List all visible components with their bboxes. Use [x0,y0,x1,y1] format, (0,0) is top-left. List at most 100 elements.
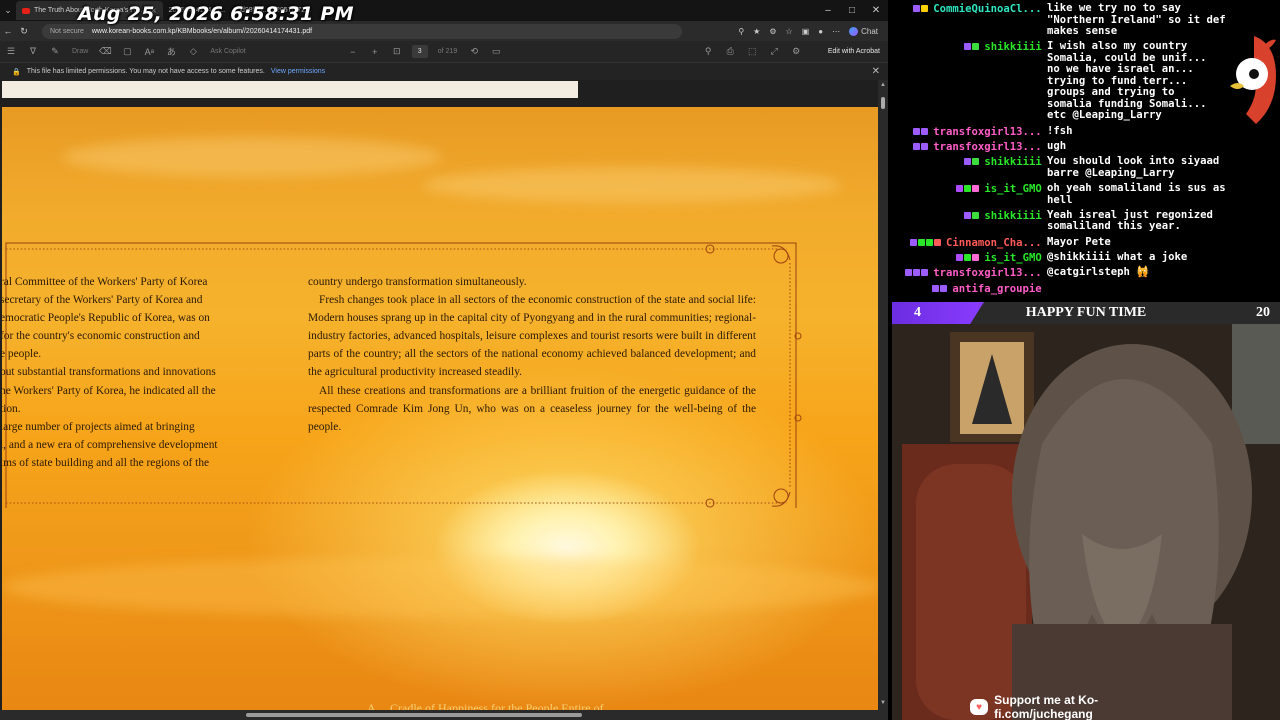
left-text-column: ral Committee of the Workers' Party of K… [2,273,248,472]
close-icon[interactable]: ✕ [872,66,880,77]
translate-icon[interactable]: あ [160,45,182,58]
scroll-up-icon[interactable]: ▲ [879,82,887,88]
badge-icon [964,158,972,166]
scrollbar-thumb[interactable] [881,97,885,109]
page-total: of 219 [437,48,458,55]
chat-message: shikkiiii Yeah isreal just regonized soma… [888,208,1280,235]
profile-icon[interactable]: ● [818,27,823,36]
zoom-icon[interactable]: ⚲ [738,27,744,36]
page-view-icon[interactable]: ▭ [485,46,507,57]
print-icon[interactable]: ⎙ [719,46,741,57]
chat-badges [964,158,980,166]
chat-username[interactable]: is_it_GMO [984,183,1041,195]
cloud-decoration [422,167,842,203]
text-line: for the country's economic construction … [2,330,200,343]
chat-username[interactable]: antifa_groupie [952,283,1041,295]
previous-page [2,81,578,98]
cloud-decoration [62,137,442,177]
chat-text: I wish also my country Somalia, could be… [1047,40,1207,122]
chat-text: oh yeah somaliland is sus as hell [1047,182,1226,206]
maximize-button[interactable]: □ [840,0,864,21]
badge-icon [972,185,980,192]
tab-list-icon[interactable]: ⌄ [0,5,16,16]
chat-message: transfoxgirl13... @catgirlsteph 🙀 [888,267,1280,281]
minimize-button[interactable]: – [816,0,840,21]
badge-icon [913,142,921,150]
search-icon[interactable]: ⚲ [697,46,719,57]
star-icon[interactable]: ★ [753,27,760,36]
chat-badges [913,5,929,12]
back-icon[interactable]: ← [0,26,16,36]
more-icon[interactable]: ⋯ [832,27,840,36]
chat-username[interactable]: transfoxgirl13... [933,141,1041,153]
copilot-chat-button[interactable]: Chat [849,26,878,36]
right-text-column: country undergo transformation simultane… [308,273,756,436]
view-permissions-link[interactable]: View permissions [271,68,325,75]
url-field[interactable]: Not secure www.korean-books.com.kp/KBMbo… [42,23,682,39]
date-time-overlay: Aug 25, 2026 6:58:31 PM [78,3,354,25]
draw-icon[interactable]: ✎ [44,46,66,57]
chat-badges [964,211,980,219]
text-line: e people. [2,348,42,361]
rotate-icon[interactable]: ⟲ [463,46,485,57]
chat-text: like we try no to say "Northern Ireland"… [1047,2,1226,37]
badge-icon [964,185,972,192]
badge-icon [918,238,925,246]
chat-username[interactable]: Cinnamon_Cha... [946,237,1042,249]
chat-badges [905,269,929,277]
zoom-in-icon[interactable]: + [364,47,386,57]
pdf-toolbar: ☰ ∇ ✎ Draw ⌫ ▢ Aᵃ あ ◇ Ask Copilot − + ⊡ … [0,41,888,63]
badge-icon [940,284,948,292]
chat-text: You should look into siyaad barre @Leapi… [1047,155,1220,179]
read-aloud-icon[interactable]: Aᵃ [138,47,160,57]
chat-username[interactable]: shikkiiii [984,156,1041,168]
page-number-input[interactable]: 3 [411,45,428,58]
page-footer-caption: A ... Cradle of Happiness for the People… [367,701,616,710]
save-icon[interactable]: ⬚ [741,46,763,57]
close-window-button[interactable]: ✕ [864,0,888,21]
chat-badges [964,43,980,51]
highlight-icon[interactable]: ∇ [22,46,44,57]
copilot-icon [849,26,859,36]
zoom-out-icon[interactable]: − [342,47,364,57]
not-secure-indicator[interactable]: Not secure [50,28,84,35]
lock-icon: 🔒 [12,68,21,76]
webcam-feed: 4 HAPPY FUN TIME 20 [892,302,1280,720]
contents-icon[interactable]: ☰ [0,46,22,57]
erase-icon[interactable]: ⌫ [94,46,116,57]
pdf-viewport[interactable]: ral Committee of the Workers' Party of K… [0,80,878,710]
chat-username[interactable]: is_it_GMO [984,252,1041,264]
chat-username[interactable]: CommieQuinoaCl... [933,3,1041,15]
text-line: lms of state building and all the region… [2,456,210,469]
edit-with-acrobat-button[interactable]: Edit with Acrobat [828,48,880,55]
chat-username[interactable]: shikkiiii [984,210,1041,222]
scroll-down-icon[interactable]: ▼ [879,700,887,706]
copilot-small-icon[interactable]: ◇ [182,46,204,57]
draw-label[interactable]: Draw [72,48,88,55]
kofi-banner[interactable]: ♥ Support me at Ko-fi.com/juchegang [970,693,1178,720]
horizontal-scrollbar[interactable] [0,710,888,720]
fit-page-icon[interactable]: ⊡ [386,46,408,57]
expand-icon[interactable]: ⤢ [763,46,785,57]
badge-icon [934,238,941,246]
vertical-scrollbar[interactable]: ▲ ▼ [878,80,888,710]
chat-text: Yeah isreal just regonized somaliland th… [1047,208,1213,233]
chat-username[interactable]: shikkiiii [984,41,1041,53]
chat-text: @catgirlsteph 🙀 [1047,266,1150,279]
collections-icon[interactable]: ▣ [802,27,810,36]
stream-chat: CommieQuinoaCl... like we try no to say "… [888,0,1280,300]
chat-badges [913,127,929,135]
ask-copilot-button[interactable]: Ask Copilot [210,48,245,55]
badge-icon [972,43,980,51]
scrollbar-thumb[interactable] [246,713,582,717]
pdf-page: ral Committee of the Workers' Party of K… [2,107,878,710]
chat-username[interactable]: transfoxgirl13... [933,126,1041,138]
favorites-icon[interactable]: ☆ [786,27,793,36]
settings-icon[interactable]: ⚙ [785,46,807,57]
text-line: secretary of the Workers' Party of Korea… [2,294,203,307]
chat-message: transfoxgirl13... !fsh [888,125,1280,140]
text-icon[interactable]: ▢ [116,46,138,57]
chat-username[interactable]: transfoxgirl13... [933,267,1041,279]
reload-icon[interactable]: ↻ [16,26,32,37]
extensions-icon[interactable]: ⚙ [769,27,776,36]
